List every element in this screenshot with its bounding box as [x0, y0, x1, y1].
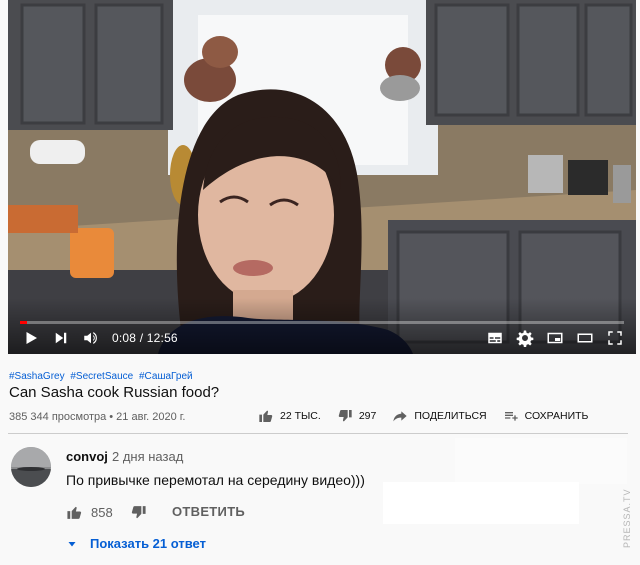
show-replies-label: Показать 21 ответ [90, 536, 206, 551]
thumbs-down-icon [338, 410, 352, 422]
comment-dislike-button[interactable] [130, 504, 147, 526]
comment-date[interactable]: 2 дня назад [112, 449, 183, 464]
progress-bar[interactable] [20, 321, 624, 324]
thumbs-up-icon [67, 506, 82, 519]
video-actions: 22 ТЫС. 297 ПОДЕЛИТЬСЯ СОХРАНИТЬ [258, 408, 588, 424]
save-button[interactable]: СОХРАНИТЬ [503, 408, 589, 424]
volume-button[interactable] [76, 326, 106, 350]
watermark: PRESSA.TV [622, 488, 632, 548]
video-meta: 385 344 просмотра • 21 авг. 2020 г. [9, 411, 186, 423]
reply-button[interactable]: ОТВЕТИТЬ [172, 504, 245, 519]
hashtags: #SashaGrey #SecretSauce #СашаГрей [9, 371, 196, 382]
avatar-image [11, 447, 51, 487]
avatar[interactable] [11, 447, 51, 487]
like-button[interactable]: 22 ТЫС. [258, 408, 321, 424]
next-icon [55, 332, 67, 344]
save-label: СОХРАНИТЬ [524, 410, 589, 422]
comment-like-button[interactable]: 858 [66, 504, 113, 521]
video-player[interactable]: 0:08 / 12:56 [8, 0, 636, 354]
dislike-count: 297 [358, 410, 377, 422]
play-button[interactable] [16, 326, 46, 350]
blank-patch [383, 482, 579, 524]
time-separator: / [139, 331, 147, 345]
settings-button[interactable] [510, 326, 540, 350]
comment-text: По привычке перемотал на середину видео)… [66, 472, 365, 488]
hashtag-link[interactable]: #SecretSauce [70, 371, 133, 382]
video-title: Can Sasha cook Russian food? [9, 384, 220, 401]
comment-like-count: 858 [91, 505, 113, 520]
player-controls: 0:08 / 12:56 [8, 326, 636, 350]
fullscreen-button[interactable] [600, 326, 630, 350]
hashtag-link[interactable]: #SashaGrey [9, 371, 65, 382]
dislike-button[interactable]: 297 [337, 408, 377, 424]
subtitles-button[interactable] [480, 326, 510, 350]
like-count: 22 ТЫС. [280, 410, 321, 422]
miniplayer-button[interactable] [540, 326, 570, 350]
fullscreen-icon [608, 331, 622, 345]
miniplayer-icon [547, 332, 563, 344]
share-button[interactable]: ПОДЕЛИТЬСЯ [392, 408, 487, 424]
playlist-add-icon [504, 412, 518, 421]
share-icon [393, 411, 408, 422]
time-current: 0:08 [112, 331, 137, 345]
progress-fill [20, 321, 27, 324]
settings-icon [516, 330, 534, 347]
subtitles-icon [488, 332, 502, 344]
hashtag-link[interactable]: #СашаГрей [139, 371, 193, 382]
time-total: 12:56 [146, 331, 178, 345]
next-button[interactable] [46, 326, 76, 350]
thumbs-up-icon [259, 410, 273, 422]
caret-down-icon [68, 541, 76, 546]
play-icon [26, 332, 37, 344]
volume-icon [84, 332, 97, 344]
share-label: ПОДЕЛИТЬСЯ [414, 410, 487, 422]
thumbs-down-icon [131, 506, 146, 519]
theater-button[interactable] [570, 326, 600, 350]
comment-author[interactable]: convoj [66, 449, 108, 464]
time-display: 0:08 / 12:56 [112, 331, 178, 345]
blank-patch [455, 438, 627, 484]
show-replies-button[interactable]: Показать 21 ответ [66, 536, 206, 551]
theater-icon [577, 333, 593, 343]
